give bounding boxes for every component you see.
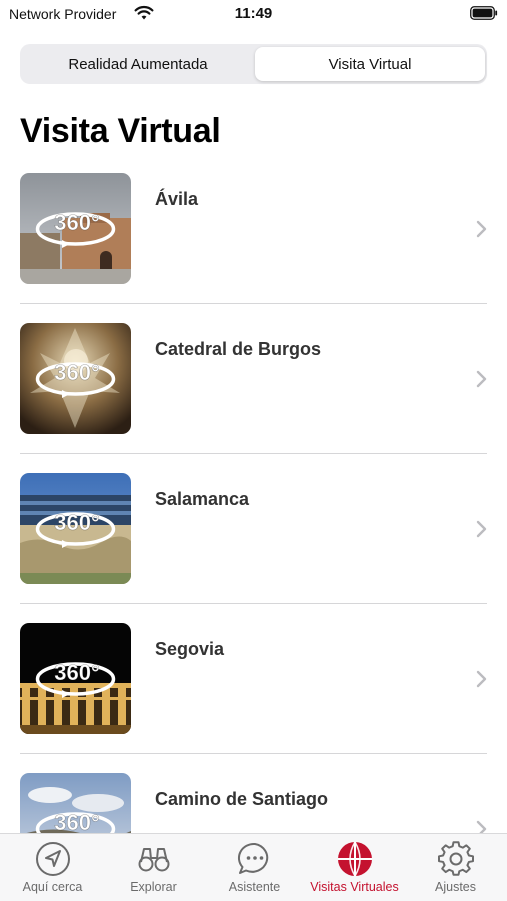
virtual-visits-list: 360° Ávila 360° Catedral de Burgos 360° … [0, 173, 507, 833]
list-item-segovia[interactable]: 360° Segovia [0, 623, 507, 773]
360-badge-icon: 360° [35, 810, 116, 833]
camino-de-santiago-thumbnail: 360° [20, 773, 131, 833]
row-divider [20, 453, 487, 454]
segment-visita-virtual[interactable]: Visita Virtual [255, 47, 485, 81]
svg-text:360°: 360° [54, 210, 100, 235]
row-divider [20, 603, 487, 604]
battery-icon [470, 6, 498, 20]
svg-text:360°: 360° [54, 510, 100, 535]
tab-label: Visitas Virtuales [310, 880, 399, 894]
tab-aqui-cerca[interactable]: Aquí cerca [2, 834, 103, 901]
row-divider [20, 753, 487, 754]
list-item-label: Segovia [155, 639, 225, 659]
mode-segmented-control: Realidad Aumentada Visita Virtual [20, 44, 487, 84]
svg-text:360°: 360° [54, 360, 100, 385]
chevron-right-icon [476, 220, 487, 238]
tab-explorar[interactable]: Explorar [103, 834, 204, 901]
segment-realidad-aumentada[interactable]: Realidad Aumentada [23, 47, 253, 81]
globe-icon [337, 841, 372, 877]
list-item-catedral-de-burgos[interactable]: 360° Catedral de Burgos [0, 323, 507, 473]
catedral-de-burgos-thumbnail: 360° [20, 323, 131, 434]
status-bar: Network Provider 11:49 [0, 0, 507, 28]
list-item-label: Camino de Santiago [155, 789, 329, 809]
chat-bubble-icon [237, 842, 268, 874]
list-item-camino-de-santiago[interactable]: 360° Camino de Santiago [0, 773, 507, 833]
chevron-right-icon [476, 820, 487, 833]
360-badge-icon: 360° [35, 210, 116, 248]
list-item-label: Catedral de Burgos [155, 339, 322, 359]
tab-bar: Aquí cerca Explorar Asistente Visitas Vi… [0, 833, 507, 901]
svg-text:360°: 360° [54, 810, 100, 833]
gear-icon [437, 841, 474, 876]
list-item-avila[interactable]: 360° Ávila [0, 173, 507, 323]
chevron-right-icon [476, 370, 487, 388]
360-badge-icon: 360° [35, 660, 116, 698]
tab-visitas-virtuales[interactable]: Visitas Virtuales [304, 834, 405, 901]
location-arrow-icon [35, 842, 70, 876]
binoculars-icon [138, 848, 169, 872]
svg-text:360°: 360° [54, 660, 100, 685]
row-divider [20, 303, 487, 304]
tab-label: Explorar [130, 880, 177, 894]
list-item-label: Ávila [155, 189, 199, 209]
360-badge-icon: 360° [35, 510, 116, 548]
tab-asistente[interactable]: Asistente [204, 834, 305, 901]
tab-ajustes[interactable]: Ajustes [405, 834, 506, 901]
salamanca-thumbnail: 360° [20, 473, 131, 584]
chevron-right-icon [476, 520, 487, 538]
tab-label: Asistente [228, 880, 281, 894]
page-title: Visita Virtual [20, 112, 221, 150]
segovia-thumbnail: 360° [20, 623, 131, 734]
clock: 11:49 [234, 5, 273, 22]
list-item-salamanca[interactable]: 360° Salamanca [0, 473, 507, 623]
list-item-label: Salamanca [155, 489, 250, 509]
avila-thumbnail: 360° [20, 173, 131, 284]
360-badge-icon: 360° [35, 360, 116, 398]
tab-label: Aquí cerca [22, 880, 83, 894]
tab-label: Ajustes [435, 880, 476, 894]
chevron-right-icon [476, 670, 487, 688]
